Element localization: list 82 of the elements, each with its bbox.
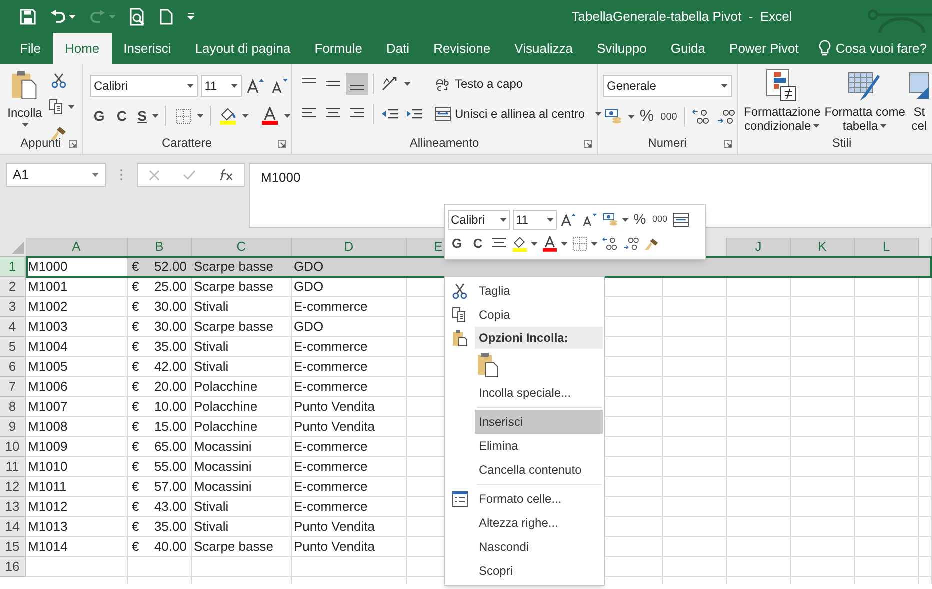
table-cell-text: M1009 [27, 438, 69, 456]
table-cell-text: M1010 [27, 458, 69, 476]
table-cell-text: Stivali [193, 358, 230, 376]
table-cell-text: Mocassini [193, 458, 253, 476]
currency-symbol: € [132, 358, 140, 376]
table-cell-text: 30.00 [154, 318, 187, 336]
currency-symbol: € [132, 258, 140, 276]
table-cell-text: E-commerce [293, 338, 369, 356]
table-cell-text: Punto Vendita [293, 518, 376, 536]
table-cell-text: M1011 [27, 478, 68, 496]
table-cell-text: Scarpe basse [193, 318, 274, 336]
group-label: Appunti [20, 135, 62, 152]
table-cell: M1000 [26, 257, 127, 276]
table-cell-text: M1001 [27, 278, 69, 296]
table-cell-text: 55.00 [154, 458, 187, 476]
table-cell-text: 35.00 [154, 338, 187, 356]
table-cell-text: 65.00 [154, 438, 187, 456]
table-cell-text: 52.00 [154, 258, 187, 276]
currency-symbol: € [132, 418, 140, 436]
table-cell-text: M1006 [27, 378, 69, 396]
table-cell-text: E-commerce [293, 438, 369, 456]
menu-section-header: Opzioni Incolla: [475, 327, 603, 349]
table-cell-text: Punto Vendita [293, 398, 376, 416]
table-cell-text: M1014 [27, 538, 69, 556]
table-cell-text: 20.00 [154, 378, 187, 396]
currency-symbol: € [132, 478, 140, 496]
table-cell-text: Scarpe basse [193, 278, 274, 296]
window-title: TabellaGenerale-tabella Pivot - Excel [572, 8, 792, 26]
table-cell-text: E-commerce [293, 378, 369, 396]
currency-symbol: € [132, 338, 140, 356]
table-cell-text: Polacchine [193, 398, 259, 416]
table-cell-text: GDO [293, 278, 325, 296]
table-cell-text: E-commerce [293, 358, 369, 376]
table-cell-text: Mocassini [193, 478, 253, 496]
table-cell-text: M1002 [27, 298, 69, 316]
table-cell-text: 10.00 [154, 398, 187, 416]
table-cell-text: GDO [293, 258, 325, 276]
table-cell-text: 57.00 [154, 478, 187, 496]
table-cell-text: 15.00 [154, 418, 187, 436]
table-cell-text: Stivali [193, 338, 230, 356]
table-cell-text: Polacchine [193, 378, 259, 396]
table-cell-text: Scarpe basse [193, 258, 274, 276]
table-cell-text: M1003 [27, 318, 69, 336]
table-cell-text: M1008 [27, 418, 69, 436]
table-cell-text: E-commerce [293, 478, 369, 496]
table-cell-text: 43.00 [154, 498, 187, 516]
table-cell-text: M1012 [27, 498, 69, 516]
currency-symbol: € [132, 518, 140, 536]
table-cell-text: 25.00 [154, 278, 187, 296]
group-label: Numeri [648, 135, 687, 152]
table-cell-text: M1005 [27, 358, 69, 376]
table-cell-text: 42.00 [154, 358, 187, 376]
table-cell-text: Punto Vendita [293, 538, 376, 556]
table-cell-text: M1004 [27, 338, 69, 356]
table-cell-text: 35.00 [154, 518, 187, 536]
currency-symbol: € [132, 458, 140, 476]
table-cell-text: M1013 [27, 518, 69, 536]
table-cell-text: Polacchine [193, 418, 259, 436]
table-cell-text: Stivali [193, 498, 230, 516]
table-cell-text: E-commerce [293, 298, 369, 316]
currency-symbol: € [132, 498, 140, 516]
currency-symbol: € [132, 378, 140, 396]
group-label: Stili [832, 135, 852, 152]
table-cell-text: Scarpe basse [193, 538, 274, 556]
table-cell-text: Mocassini [193, 438, 253, 456]
currency-symbol: € [132, 398, 140, 416]
table-cell-text: 40.00 [154, 538, 187, 556]
currency-symbol: € [132, 298, 140, 316]
table-cell-text: 30.00 [154, 298, 187, 316]
table-cell-text: E-commerce [293, 498, 369, 516]
currency-symbol: € [132, 278, 140, 296]
currency-symbol: € [132, 438, 140, 456]
table-cell-text: GDO [293, 318, 325, 336]
group-label: Allineamento [410, 135, 480, 152]
table-cell-text: Punto Vendita [293, 418, 376, 436]
table-cell-text: Stivali [193, 518, 230, 536]
table-cell-text: Stivali [193, 298, 230, 316]
table-cell-text: M1007 [27, 398, 69, 416]
currency-symbol: € [132, 318, 140, 336]
table-cell-text: E-commerce [293, 458, 369, 476]
group-label: Carattere [162, 135, 212, 152]
currency-symbol: € [132, 538, 140, 556]
